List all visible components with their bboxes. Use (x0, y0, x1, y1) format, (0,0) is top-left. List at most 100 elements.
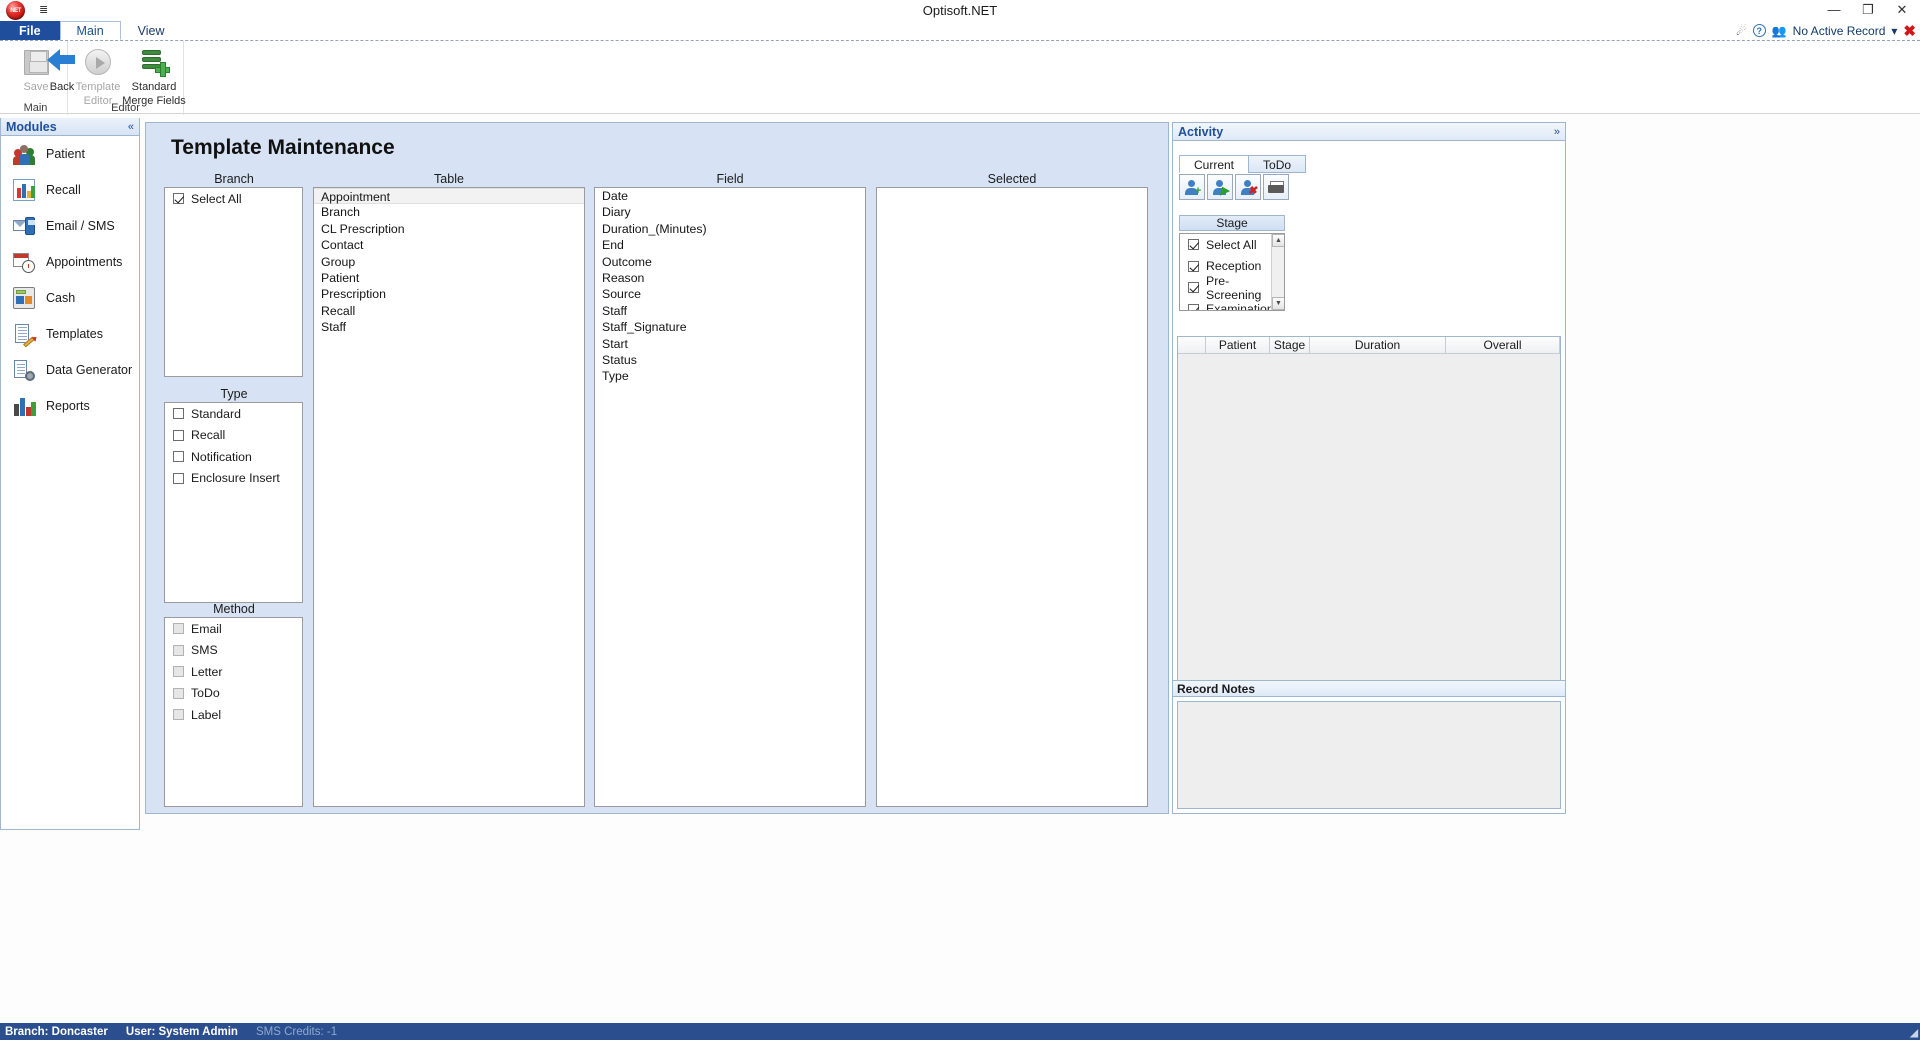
field-list-item[interactable]: End (595, 237, 865, 253)
sidebar-item-patient[interactable]: Patient (1, 136, 139, 172)
method-checkbox[interactable] (173, 687, 184, 699)
stage-scrollbar[interactable]: ▲ ▼ (1271, 234, 1284, 310)
field-list-item[interactable]: Source (595, 286, 865, 302)
type-checkbox[interactable] (173, 451, 184, 463)
people-icon[interactable]: 👥 (1772, 24, 1787, 38)
active-record-label[interactable]: No Active Record (1793, 24, 1886, 38)
stage-checkbox-list[interactable]: Select All Reception Pre-Screening Examinat… (1179, 233, 1285, 311)
stage-checkbox-row[interactable]: Select All (1180, 234, 1273, 256)
close-button[interactable]: ✕ (1890, 2, 1914, 18)
home-icon[interactable]: ☄ (1736, 24, 1747, 38)
field-list-item[interactable]: Diary (595, 204, 865, 220)
tab-todo[interactable]: ToDo (1248, 155, 1307, 173)
stage-checkbox[interactable] (1188, 260, 1199, 272)
record-dropdown-caret-icon[interactable]: ▾ (1891, 24, 1897, 38)
scroll-up-icon[interactable]: ▲ (1272, 234, 1284, 247)
sidebar-item-appointments[interactable]: Appointments (1, 244, 139, 280)
table-list-item[interactable]: Group (314, 254, 584, 270)
method-checkbox-row[interactable]: ToDo (165, 683, 302, 705)
type-checkbox-row[interactable]: Enclosure Insert (165, 468, 302, 490)
table-list-item[interactable]: Patient (314, 270, 584, 286)
sidebar-item-data-generator[interactable]: Data Generator (1, 352, 139, 388)
field-list-item[interactable]: Outcome (595, 254, 865, 270)
grid-column-header[interactable] (1178, 337, 1206, 354)
sidebar-item-templates[interactable]: Templates (1, 316, 139, 352)
grid-column-header[interactable]: Patient (1206, 337, 1270, 354)
stage-checkbox[interactable] (1188, 282, 1199, 294)
method-checkbox-list[interactable]: Email SMS Letter ToDo Label (164, 617, 303, 807)
field-list[interactable]: Date Diary Duration_(Minutes) End Outcome Rea… (594, 187, 866, 807)
sidebar-item-email-sms[interactable]: Email / SMS (1, 208, 139, 244)
branch-select-all-checkbox[interactable] (173, 193, 184, 205)
close-record-icon[interactable]: ✖ (1903, 22, 1916, 40)
table-list[interactable]: Appointment Branch CL Prescription Contact G… (313, 187, 585, 807)
sidebar-item-reports[interactable]: Reports (1, 388, 139, 424)
table-list-item[interactable]: CL Prescription (314, 221, 584, 237)
branch-select-all-row[interactable]: Select All (165, 188, 302, 210)
print-button[interactable] (1263, 174, 1289, 200)
resize-grip-icon[interactable]: ◢ (1910, 1028, 1918, 1039)
remove-person-button[interactable]: ✖ (1235, 174, 1261, 200)
type-checkbox-row[interactable]: Recall (165, 425, 302, 447)
method-checkbox-row[interactable]: Letter (165, 661, 302, 683)
sidebar-item-recall[interactable]: Recall (1, 172, 139, 208)
ribbon-group-editor-label: Editor (111, 102, 140, 114)
method-checkbox[interactable] (173, 666, 184, 678)
tab-file[interactable]: File (0, 21, 60, 40)
restore-button[interactable]: ❐ (1856, 2, 1880, 18)
method-checkbox[interactable] (173, 709, 184, 721)
grid-column-header[interactable]: Duration (1310, 337, 1446, 354)
stage-checkbox-row[interactable]: Pre-Screening (1180, 274, 1273, 302)
type-checkbox[interactable] (173, 472, 184, 484)
type-checkbox-row[interactable]: Notification (165, 446, 302, 468)
grid-column-header[interactable]: Overall (1446, 337, 1560, 354)
type-checkbox-row[interactable]: Standard (165, 403, 302, 425)
field-list-item[interactable]: Reason (595, 270, 865, 286)
minimize-button[interactable]: — (1822, 2, 1846, 18)
scroll-down-icon[interactable]: ▼ (1272, 297, 1284, 310)
table-list-item[interactable]: Appointment (314, 188, 584, 205)
tab-view[interactable]: View (121, 21, 182, 40)
tab-current[interactable]: Current (1179, 155, 1250, 173)
table-list-item[interactable]: Staff (314, 319, 584, 335)
field-list-item[interactable]: Duration_(Minutes) (595, 221, 865, 237)
table-list-item[interactable]: Recall (314, 303, 584, 319)
field-list-item[interactable]: Type (595, 368, 865, 384)
ribbon-group-main-right-edge: Back (34, 41, 75, 115)
stage-checkbox[interactable] (1188, 239, 1199, 251)
template-editor-button[interactable]: Template Editor (68, 45, 128, 107)
table-list-item[interactable]: Branch (314, 204, 584, 220)
help-icon[interactable]: ? (1752, 24, 1766, 37)
method-checkbox-row[interactable]: Email (165, 618, 302, 640)
stage-checkbox-row-label: Examination (1206, 302, 1274, 311)
tab-main[interactable]: Main (59, 21, 121, 40)
standard-merge-fields-button[interactable]: Standard Merge Fields (122, 45, 186, 107)
type-checkbox-list[interactable]: Standard Recall Notification Enclosure Inse… (164, 402, 303, 603)
field-list-item[interactable]: Staff (595, 303, 865, 319)
stage-checkbox[interactable] (1188, 303, 1199, 310)
recall-chart-icon (13, 179, 35, 201)
sidebar-collapse-icon[interactable]: « (128, 121, 134, 133)
activity-grid[interactable]: Patient Stage Duration Overall (1177, 336, 1561, 694)
stage-header[interactable]: Stage (1179, 215, 1285, 231)
grid-column-header[interactable]: Stage (1270, 337, 1310, 354)
activity-expand-icon[interactable]: » (1554, 126, 1560, 138)
field-list-item[interactable]: Status (595, 352, 865, 368)
method-checkbox[interactable] (173, 623, 184, 635)
field-list-item[interactable]: Staff_Signature (595, 319, 865, 335)
add-person-button[interactable]: + (1179, 174, 1205, 200)
sidebar-item-cash[interactable]: Cash (1, 280, 139, 316)
method-checkbox-row[interactable]: SMS (165, 640, 302, 662)
move-person-button[interactable]: ▶ (1207, 174, 1233, 200)
field-list-item[interactable]: Start (595, 336, 865, 352)
selected-list[interactable] (876, 187, 1148, 807)
method-checkbox-row[interactable]: Label (165, 704, 302, 726)
method-checkbox[interactable] (173, 644, 184, 656)
field-list-item[interactable]: Date (595, 188, 865, 204)
table-list-item[interactable]: Contact (314, 237, 584, 253)
type-checkbox[interactable] (173, 408, 184, 420)
record-notes-body[interactable] (1177, 701, 1561, 809)
branch-list[interactable]: Select All (164, 187, 303, 377)
table-list-item[interactable]: Prescription (314, 286, 584, 302)
type-checkbox[interactable] (173, 429, 184, 441)
